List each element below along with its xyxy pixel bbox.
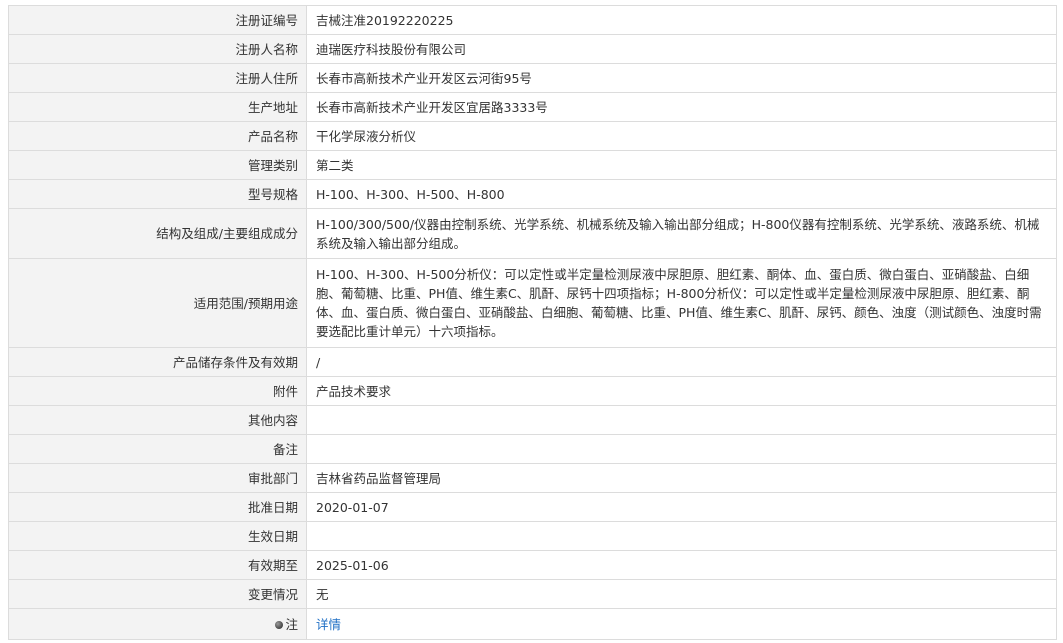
table-row: 变更情况无	[8, 579, 1057, 609]
field-label: 产品储存条件及有效期	[8, 347, 307, 377]
table-row: 注册证编号 吉械注准20192220225	[8, 5, 1057, 35]
table-row: 结构及组成/主要组成成分 H-100/300/500/仪器由控制系统、光学系统、机…	[8, 208, 1057, 259]
field-label: 生效日期	[8, 521, 307, 551]
field-value: 干化学尿液分析仪	[306, 121, 1057, 151]
table-row: 产品名称 干化学尿液分析仪	[8, 121, 1057, 151]
field-label: 注册人名称	[8, 34, 307, 64]
field-label: 注册人住所	[8, 63, 307, 93]
field-value: 第二类	[306, 150, 1057, 180]
field-label: 管理类别	[8, 150, 307, 180]
table-row: 生效日期	[8, 521, 1057, 551]
field-value: 长春市高新技术产业开发区宜居路3333号	[306, 92, 1057, 122]
table-row: 批准日期 2020-01-07	[8, 492, 1057, 522]
field-label: 批准日期	[8, 492, 307, 522]
field-label: 其他内容	[8, 405, 307, 435]
field-label: 适用范围/预期用途	[8, 258, 307, 348]
field-value: H-100、H-300、H-500分析仪：可以定性或半定量检测尿液中尿胆原、胆红…	[306, 258, 1057, 348]
field-value: 吉械注准20192220225	[306, 5, 1057, 35]
field-label: 注册证编号	[8, 5, 307, 35]
field-label: 产品名称	[8, 121, 307, 151]
field-label: 生产地址	[8, 92, 307, 122]
note-value-cell: 详情	[306, 608, 1057, 640]
table-row: 审批部门 吉林省药品监督管理局	[8, 463, 1057, 493]
note-label: 注	[285, 616, 298, 632]
field-value: H-100/300/500/仪器由控制系统、光学系统、机械系统及输入输出部分组成…	[306, 208, 1057, 259]
field-value: 吉林省药品监督管理局	[306, 463, 1057, 493]
table-row: 产品储存条件及有效期 /	[8, 347, 1057, 377]
detail-link[interactable]: 详情	[316, 617, 341, 632]
field-value: 产品技术要求	[306, 376, 1057, 406]
table-row: 其他内容	[8, 405, 1057, 435]
registration-detail-table: 注册证编号 吉械注准20192220225 注册人名称 迪瑞医疗科技股份有限公司 注册人…	[8, 5, 1057, 640]
field-value	[306, 434, 1057, 464]
field-value: 2020-01-07	[306, 492, 1057, 522]
field-value: 长春市高新技术产业开发区云河街95号	[306, 63, 1057, 93]
table-row: 附件 产品技术要求	[8, 376, 1057, 406]
field-label: 附件	[8, 376, 307, 406]
table-row: 备注	[8, 434, 1057, 464]
table-row: 注册人住所 长春市高新技术产业开发区云河街95号	[8, 63, 1057, 93]
field-label: 审批部门	[8, 463, 307, 493]
table-row: 有效期至 2025-01-06	[8, 550, 1057, 580]
table-row: 生产地址 长春市高新技术产业开发区宜居路3333号	[8, 92, 1057, 122]
bullet-icon	[275, 620, 284, 629]
field-label: 结构及组成/主要组成成分	[8, 208, 307, 259]
field-value	[306, 405, 1057, 435]
field-label: 有效期至	[8, 550, 307, 580]
field-value: 无	[306, 579, 1057, 609]
detail-table-body: 注册证编号 吉械注准20192220225 注册人名称 迪瑞医疗科技股份有限公司 注册人…	[8, 5, 1057, 609]
table-row: 注册人名称 迪瑞医疗科技股份有限公司	[8, 34, 1057, 64]
field-label: 型号规格	[8, 179, 307, 209]
table-row: 管理类别 第二类	[8, 150, 1057, 180]
field-value: H-100、H-300、H-500、H-800	[306, 179, 1057, 209]
field-value	[306, 521, 1057, 551]
table-row-note: 注 详情	[8, 608, 1057, 640]
note-label-cell: 注	[8, 608, 307, 640]
field-value: 迪瑞医疗科技股份有限公司	[306, 34, 1057, 64]
field-label: 变更情况	[8, 579, 307, 609]
table-row: 适用范围/预期用途 H-100、H-300、H-500分析仪：可以定性或半定量检测…	[8, 258, 1057, 348]
field-label: 备注	[8, 434, 307, 464]
field-value: 2025-01-06	[306, 550, 1057, 580]
field-value: /	[306, 347, 1057, 377]
table-row: 型号规格 H-100、H-300、H-500、H-800	[8, 179, 1057, 209]
detail-table-footer: 注 详情	[8, 608, 1057, 640]
